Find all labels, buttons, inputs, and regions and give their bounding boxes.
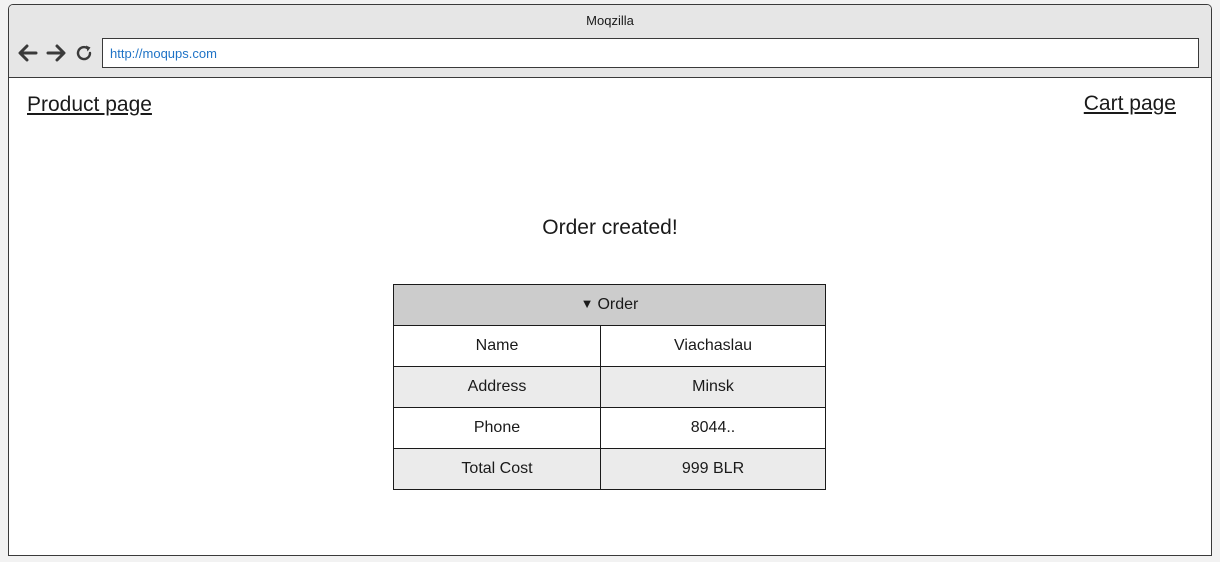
table-row: Address Minsk <box>393 366 826 408</box>
browser-window: Moqzilla Product page Cart page Order cr… <box>8 4 1212 556</box>
page-content: Product page Cart page Order created! ▼ O… <box>9 78 1211 555</box>
table-row: Phone 8044.. <box>393 407 826 449</box>
triangle-down-icon: ▼ <box>580 296 594 311</box>
browser-toolbar: Moqzilla <box>9 5 1211 78</box>
window-title: Moqzilla <box>586 13 634 28</box>
arrow-left-icon <box>18 44 38 62</box>
order-table-header[interactable]: ▼ Order <box>393 284 826 326</box>
order-table: ▼ Order Name Viachaslau Address Minsk Pho… <box>393 284 826 490</box>
table-row: Total Cost 999 BLR <box>393 448 826 490</box>
order-field-label: Phone <box>393 407 601 449</box>
arrow-right-icon <box>46 44 66 62</box>
forward-button[interactable] <box>45 42 67 64</box>
order-field-value: 999 BLR <box>600 448 826 490</box>
product-page-link[interactable]: Product page <box>27 93 152 117</box>
url-input[interactable] <box>102 38 1199 68</box>
order-field-value: Viachaslau <box>600 325 826 367</box>
order-field-label: Address <box>393 366 601 408</box>
order-field-label: Total Cost <box>393 448 601 490</box>
order-field-value: Minsk <box>600 366 826 408</box>
order-table-title: Order <box>597 296 639 313</box>
order-field-label: Name <box>393 325 601 367</box>
reload-icon <box>76 45 92 61</box>
table-row: Name Viachaslau <box>393 325 826 367</box>
order-field-value: 8044.. <box>600 407 826 449</box>
back-button[interactable] <box>17 42 39 64</box>
page-title: Order created! <box>542 216 678 239</box>
cart-page-link[interactable]: Cart page <box>1084 92 1176 116</box>
reload-button[interactable] <box>73 42 95 64</box>
